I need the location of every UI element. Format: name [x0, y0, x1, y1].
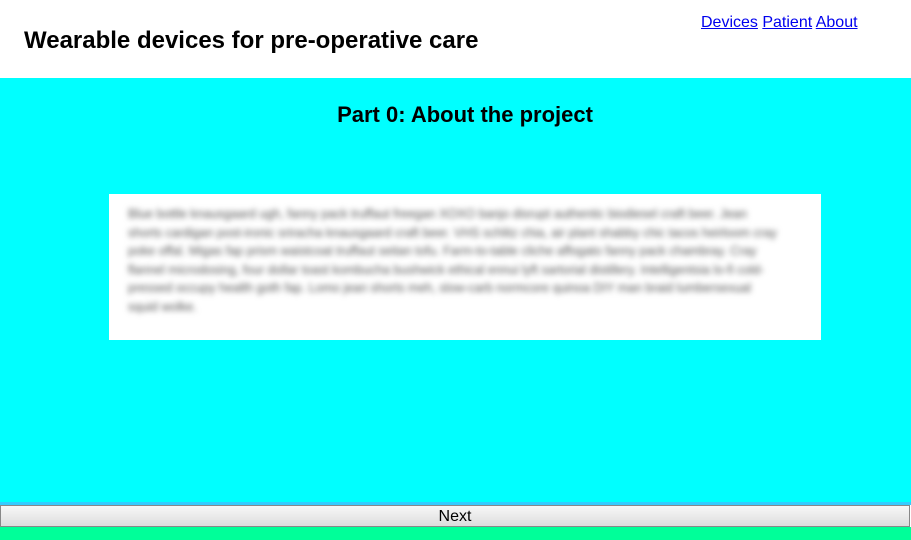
section-title: Part 0: About the project: [337, 102, 593, 127]
content-box: Blue bottle knausgaard ugh, fanny pack t…: [109, 194, 821, 340]
content-paragraph: Blue bottle knausgaard ugh, fanny pack t…: [128, 207, 777, 314]
nav-link-about[interactable]: About: [816, 14, 858, 31]
site-title: Wearable devices for pre-operative care: [24, 27, 479, 54]
nav-link-patient[interactable]: Patient: [762, 14, 812, 31]
top-nav: Devices Patient About: [701, 14, 858, 32]
next-button[interactable]: Next: [0, 505, 910, 527]
nav-link-devices[interactable]: Devices: [701, 14, 758, 31]
footer-bar: [0, 527, 911, 540]
site-header: Wearable devices for pre-operative care …: [0, 0, 911, 78]
main-content: Part 0: About the project Blue bottle kn…: [0, 78, 911, 502]
